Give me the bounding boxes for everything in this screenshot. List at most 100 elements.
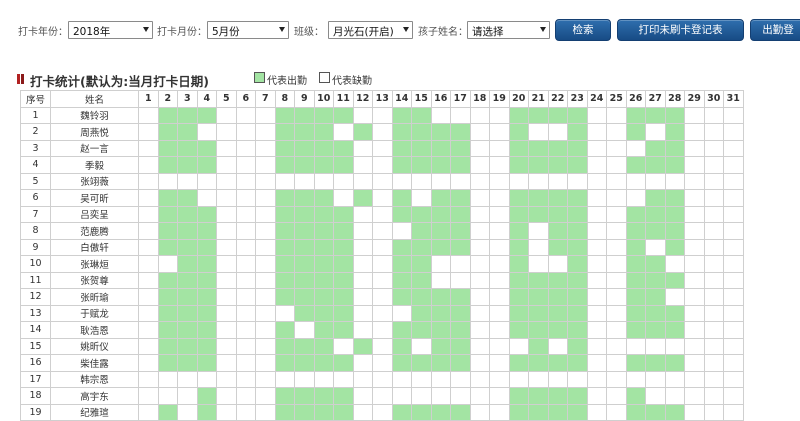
attendance-cell-absent [216,321,237,339]
attendance-cell-present [196,288,217,306]
attendance-cell-absent [703,238,724,256]
attendance-cell-absent [489,354,510,372]
attendance-cell-absent [508,370,529,388]
attendance-cell-present [411,123,432,141]
attendance-cell-absent [372,387,393,405]
day-header-29: 29 [684,90,705,108]
attendance-cell-present [177,139,198,157]
row-index: 5 [20,172,51,190]
attendance-cell-absent [606,238,627,256]
attendance-cell-present [391,337,412,355]
child-name: 高宇东 [50,387,139,405]
attendance-cell-present [294,156,315,174]
attendance-cell-present [625,106,646,124]
month-select[interactable]: 5月份 [207,21,289,39]
attendance-cell-present [274,321,295,339]
attendance-cell-absent [216,189,237,207]
attendance-cell-present [157,106,178,124]
attendance-cell-absent [138,288,159,306]
attendance-cell-absent [411,172,432,190]
attendance-cell-absent [684,106,705,124]
attendance-cell-absent [469,403,490,421]
attendance-cell-present [333,304,354,322]
attendance-register-button[interactable]: 出勤登 [750,19,800,41]
day-header-24: 24 [586,90,607,108]
attendance-cell-absent [723,205,744,223]
attendance-cell-absent [216,238,237,256]
attendance-cell-absent [684,238,705,256]
print-unswiped-button[interactable]: 打印未刷卡登记表 [617,19,744,41]
attendance-cell-absent [216,387,237,405]
attendance-cell-present [274,156,295,174]
attendance-cell-present [333,222,354,240]
column-header-index: 序号 [20,90,51,108]
attendance-cell-absent [469,387,490,405]
attendance-cell-absent [528,238,549,256]
attendance-cell-absent [216,337,237,355]
attendance-cell-present [664,189,685,207]
year-select[interactable]: 2018年 [68,21,153,39]
attendance-cell-absent [450,387,471,405]
attendance-cell-absent [664,337,685,355]
row-index: 1 [20,106,51,124]
attendance-cell-absent [664,370,685,388]
attendance-cell-present [664,106,685,124]
day-header-10: 10 [313,90,334,108]
class-select[interactable]: 月光石(开启) [328,21,413,39]
attendance-cell-absent [606,255,627,273]
attendance-cell-absent [684,189,705,207]
attendance-cell-absent [645,387,666,405]
search-button[interactable]: 检索 [555,19,611,41]
attendance-cell-absent [255,172,276,190]
attendance-cell-absent [274,172,295,190]
attendance-cell-present [196,337,217,355]
attendance-cell-present [508,288,529,306]
attendance-cell-present [333,205,354,223]
attendance-cell-present [430,189,451,207]
day-header-18: 18 [469,90,490,108]
attendance-cell-absent [723,189,744,207]
attendance-cell-present [411,271,432,289]
attendance-cell-absent [723,238,744,256]
attendance-cell-present [294,255,315,273]
attendance-cell-present [157,238,178,256]
attendance-cell-present [645,156,666,174]
attendance-cell-absent [333,189,354,207]
attendance-cell-present [645,222,666,240]
attendance-cell-absent [489,387,510,405]
attendance-cell-absent [469,106,490,124]
table-row: 4 季毅 [20,156,744,174]
attendance-cell-absent [138,370,159,388]
child-select[interactable]: 请选择 [467,21,550,39]
attendance-cell-absent [625,139,646,157]
attendance-cell-present [528,288,549,306]
attendance-cell-absent [352,304,373,322]
row-index: 7 [20,205,51,223]
attendance-cell-present [567,156,588,174]
attendance-cell-absent [723,354,744,372]
attendance-cell-present [645,106,666,124]
legend-present-label: 代表出勤 [267,76,307,87]
attendance-cell-absent [703,172,724,190]
attendance-cell-absent [469,337,490,355]
attendance-cell-present [547,205,568,223]
attendance-cell-absent [352,238,373,256]
attendance-cell-present [196,222,217,240]
attendance-cell-absent [138,387,159,405]
child-name: 耿浩恩 [50,321,139,339]
attendance-cell-absent [703,205,724,223]
attendance-cell-absent [489,238,510,256]
attendance-cell-present [645,321,666,339]
attendance-cell-absent [469,321,490,339]
attendance-cell-absent [294,370,315,388]
attendance-cell-absent [528,255,549,273]
attendance-cell-present [352,123,373,141]
attendance-cell-absent [333,370,354,388]
attendance-cell-absent [723,271,744,289]
attendance-cell-present [391,123,412,141]
attendance-cell-absent [372,304,393,322]
attendance-cell-present [177,255,198,273]
attendance-cell-present [547,403,568,421]
attendance-cell-present [294,106,315,124]
attendance-cell-absent [235,106,256,124]
